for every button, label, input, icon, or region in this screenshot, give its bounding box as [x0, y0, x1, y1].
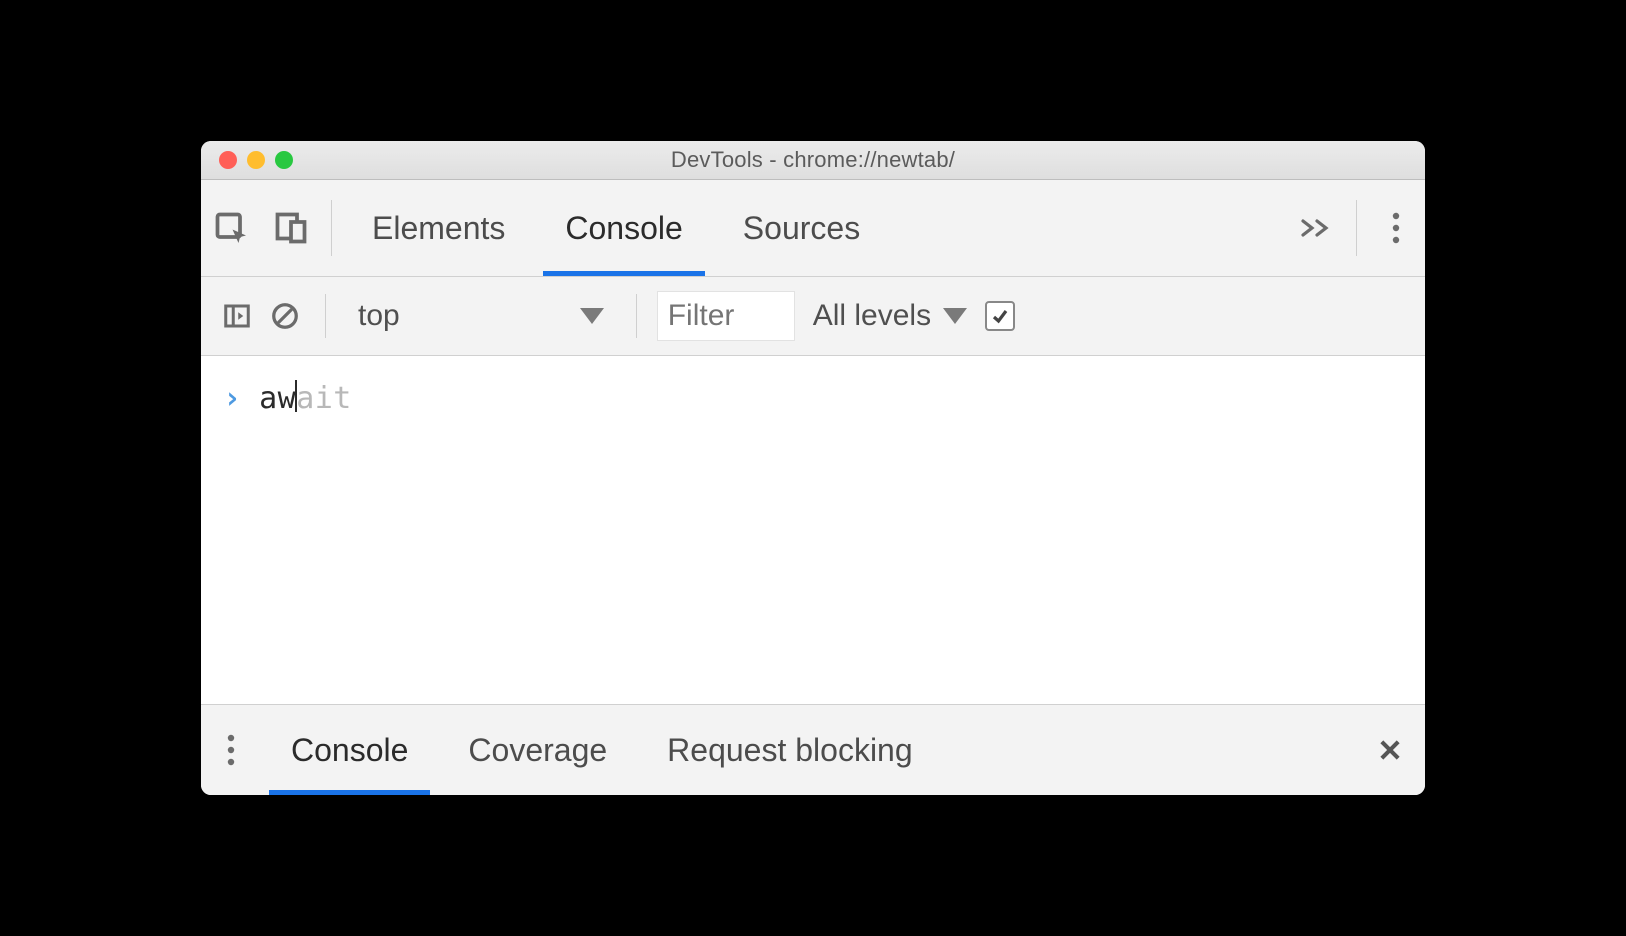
window-title: DevTools - chrome://newtab/: [201, 147, 1425, 173]
close-window-button[interactable]: [219, 151, 237, 169]
devtools-window: DevTools - chrome://newtab/ Elements Con…: [201, 141, 1425, 795]
separator: [636, 294, 637, 338]
execution-context-selector[interactable]: top: [346, 292, 616, 340]
device-toggle-icon[interactable]: [261, 210, 321, 246]
typed-text: aw: [259, 381, 296, 416]
zoom-window-button[interactable]: [275, 151, 293, 169]
tab-elements[interactable]: Elements: [342, 180, 535, 276]
drawer-toolbar: Console Coverage Request blocking: [201, 704, 1425, 795]
console-input-area[interactable]: › await: [201, 356, 1425, 704]
more-tabs-icon[interactable]: [1286, 180, 1346, 276]
tab-sources[interactable]: Sources: [713, 180, 890, 276]
console-code: await: [259, 380, 352, 416]
drawer-tab-request-blocking[interactable]: Request blocking: [637, 705, 942, 795]
inspect-element-icon[interactable]: [201, 210, 261, 246]
window-titlebar[interactable]: DevTools - chrome://newtab/: [201, 141, 1425, 180]
log-levels-selector[interactable]: All levels: [803, 299, 977, 333]
toggle-sidebar-icon[interactable]: [217, 296, 257, 336]
drawer-close-icon[interactable]: [1355, 705, 1425, 795]
dropdown-triangle-icon: [943, 308, 967, 324]
filter-input[interactable]: [657, 291, 795, 341]
settings-menu-icon[interactable]: [1367, 180, 1425, 276]
main-tabs: Elements Console Sources: [342, 180, 1286, 276]
tab-console[interactable]: Console: [535, 180, 712, 276]
console-toolbar: top All levels: [201, 277, 1425, 356]
main-toolbar: Elements Console Sources: [201, 180, 1425, 277]
drawer-tab-console[interactable]: Console: [261, 705, 438, 795]
group-similar-checkbox[interactable]: [985, 301, 1015, 331]
dropdown-triangle-icon: [580, 308, 604, 324]
separator: [1356, 200, 1357, 256]
drawer-menu-icon[interactable]: [201, 705, 261, 795]
separator: [331, 200, 332, 256]
clear-console-icon[interactable]: [265, 296, 305, 336]
execution-context-label: top: [358, 299, 400, 333]
console-prompt-line: › await: [223, 380, 1403, 416]
prompt-chevron-icon: ›: [223, 381, 241, 416]
autocomplete-suggestion: ait: [296, 381, 352, 416]
drawer-tabs: Console Coverage Request blocking: [261, 705, 1355, 795]
minimize-window-button[interactable]: [247, 151, 265, 169]
log-levels-label: All levels: [813, 299, 931, 333]
separator: [325, 294, 326, 338]
drawer-tab-coverage[interactable]: Coverage: [438, 705, 637, 795]
